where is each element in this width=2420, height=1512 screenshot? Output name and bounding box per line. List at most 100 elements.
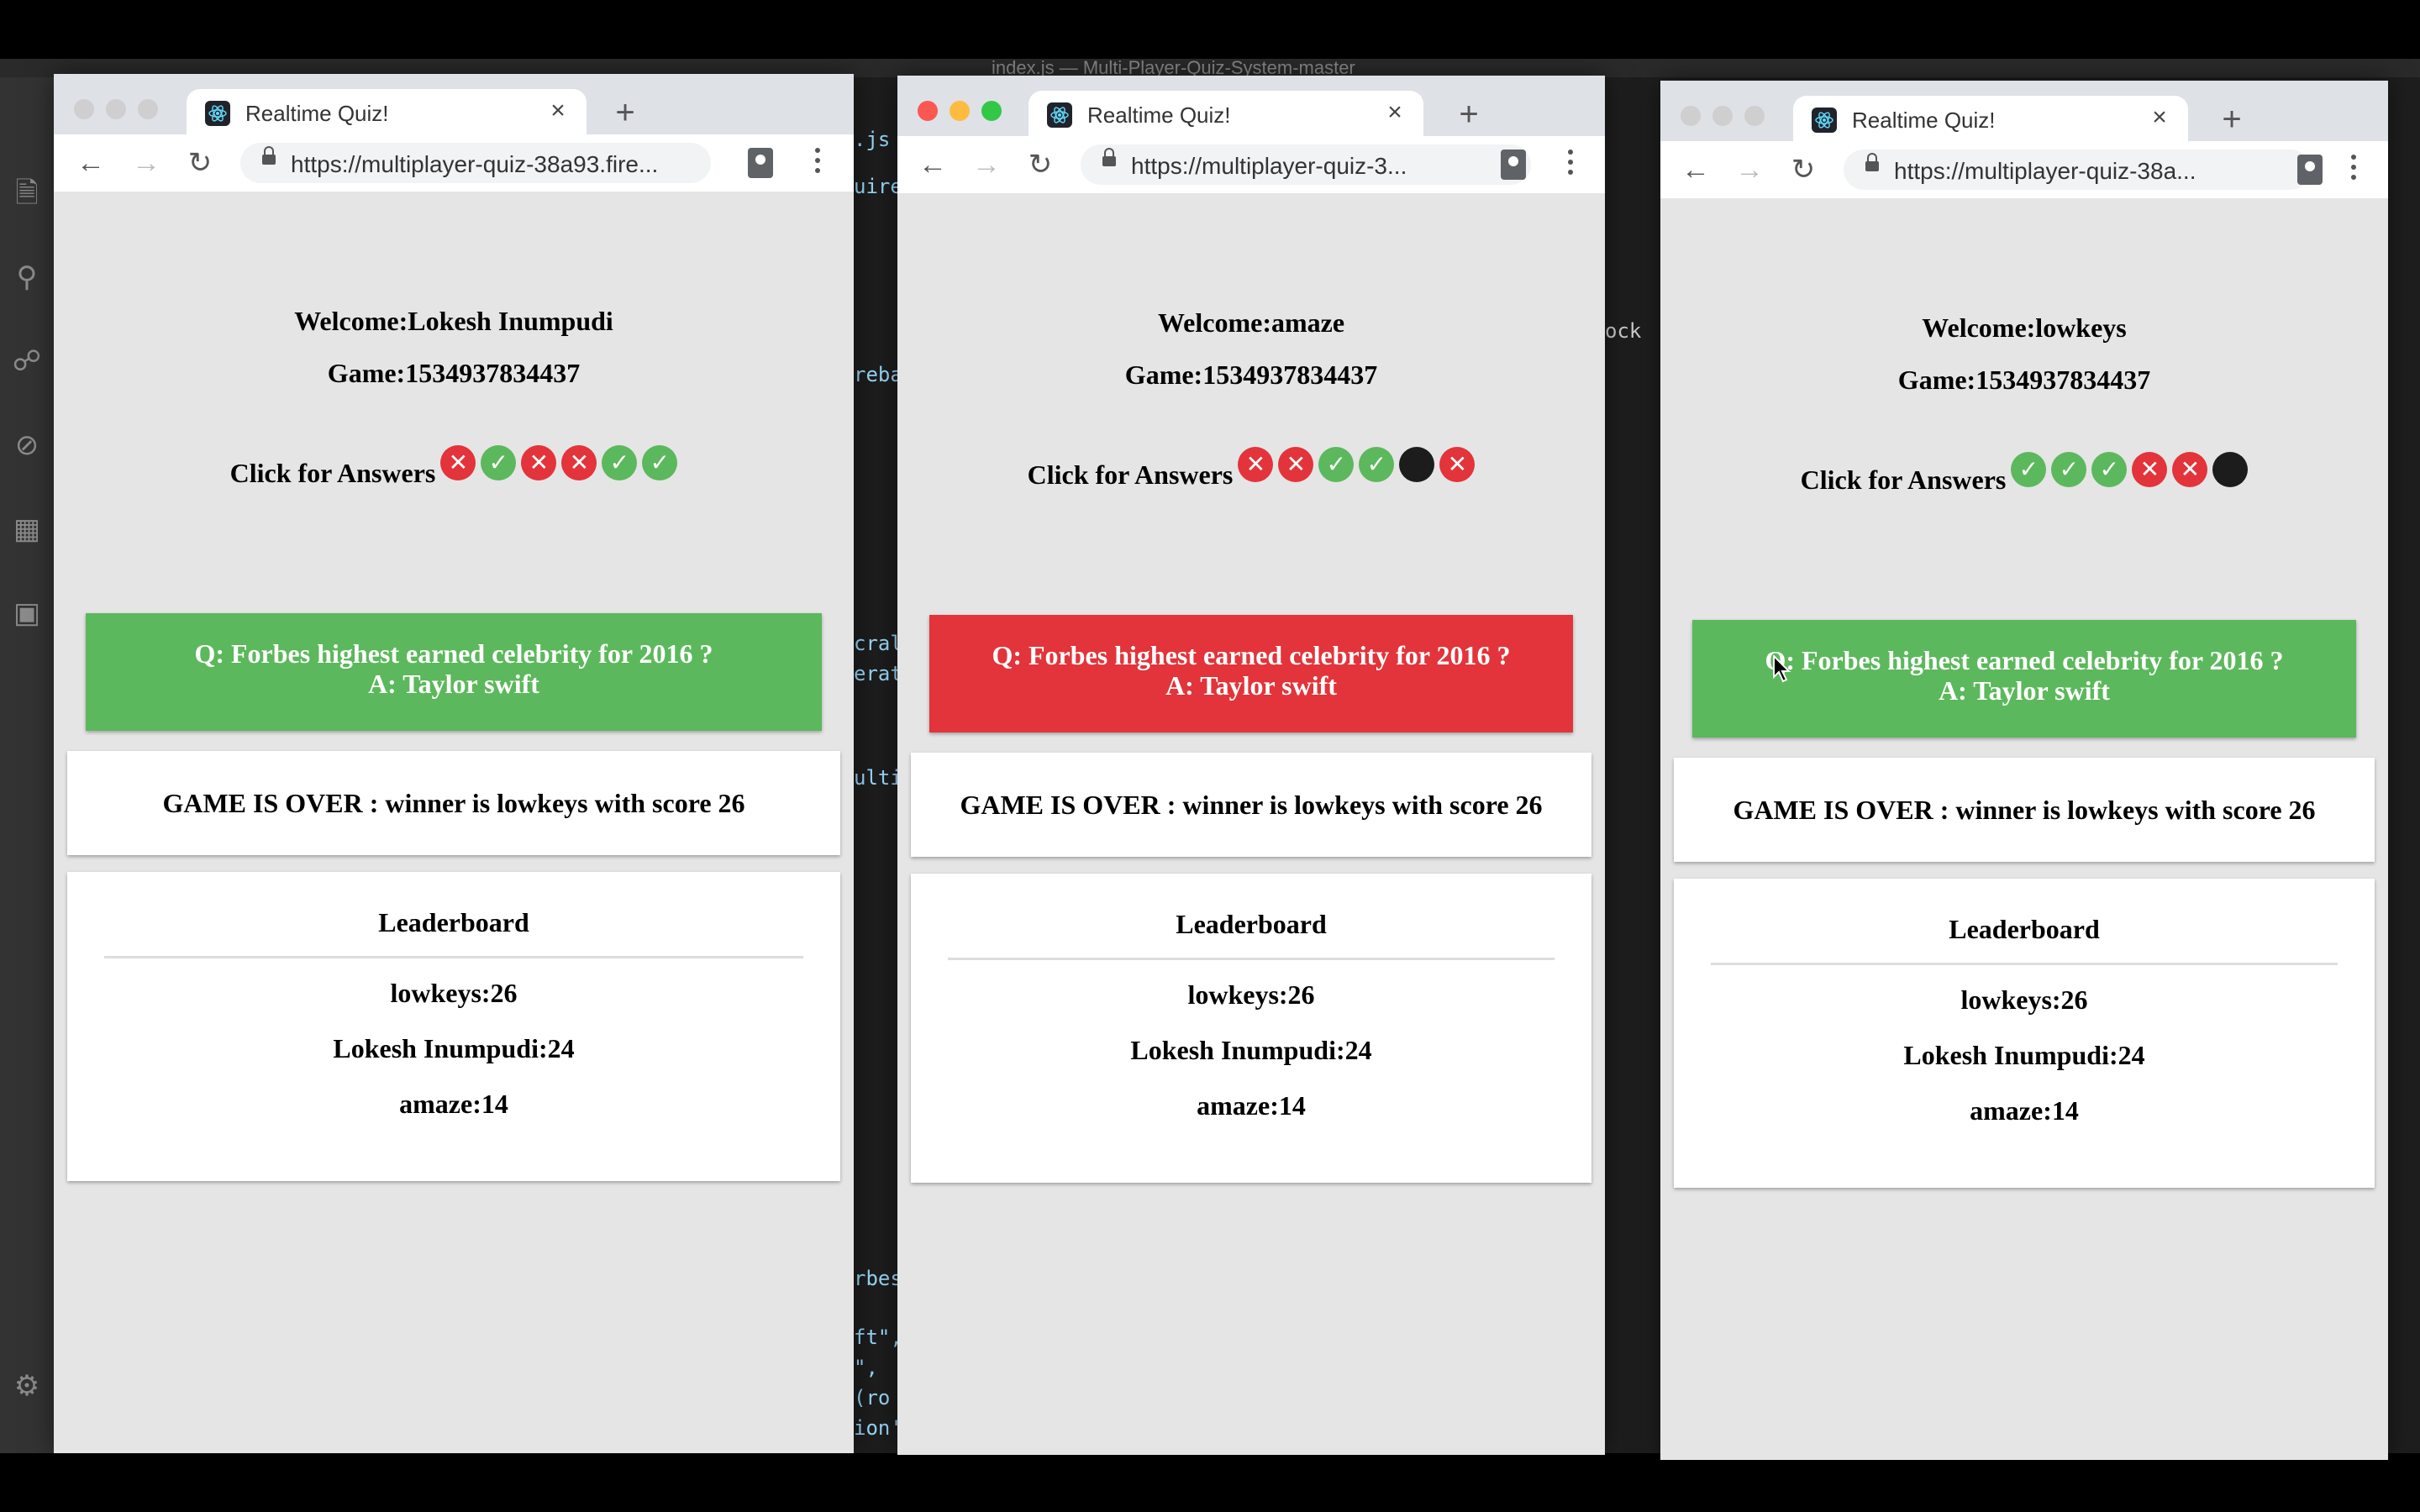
leaderboard-card: Leaderboard lowkeys:26 Lokesh Inumpudi:2… [67, 872, 840, 1181]
zoom-window-button[interactable] [981, 101, 1002, 121]
game-id-text: Game:1534937834437 [1124, 360, 1378, 390]
browser-window-3: Realtime Quiz! × + ← → ↻ https://multipl… [1660, 81, 2388, 1460]
answer-wrong-icon[interactable]: ✕ [2172, 452, 2208, 487]
extension-badge-icon[interactable] [1501, 150, 1526, 180]
search-icon[interactable]: ⚲ [12, 262, 42, 292]
settings-gear-icon[interactable]: ⚙ [12, 1371, 42, 1401]
extension-badge-icon[interactable] [748, 148, 773, 178]
url-text: https://multiplayer-quiz-38a... [1894, 158, 2196, 184]
leaderboard-entry: amaze:14 [399, 1089, 508, 1119]
game-over-card: GAME IS OVER : winner is lowkeys with sc… [911, 753, 1591, 857]
close-window-button[interactable] [1681, 106, 1701, 126]
game-over-text: GAME IS OVER : winner is lowkeys with sc… [1733, 795, 2316, 825]
window-controls [1681, 106, 1776, 130]
question-card[interactable]: Q: Forbes highest earned celebrity for 2… [1692, 620, 2356, 738]
mouse-cursor-icon [1773, 655, 1791, 683]
leaderboard-card: Leaderboard lowkeys:26 Lokesh Inumpudi:2… [911, 874, 1591, 1183]
desktop-bottom-area [0, 1453, 2420, 1512]
answer-wrong-icon[interactable]: ✕ [1439, 447, 1476, 482]
code-fragment: cral [854, 632, 902, 655]
tab-realtime-quiz[interactable]: Realtime Quiz! × [1793, 96, 2188, 141]
code-fragment: ft", [854, 1326, 902, 1349]
answer-correct-icon[interactable]: ✓ [2051, 452, 2087, 487]
forward-arrow-icon[interactable]: → [970, 148, 1003, 181]
minimize-window-button[interactable] [1712, 106, 1733, 126]
reload-icon[interactable]: ↻ [1786, 153, 1820, 186]
answer-wrong-icon[interactable]: ✕ [561, 445, 597, 480]
new-tab-button[interactable]: + [2215, 102, 2249, 136]
answer-correct-icon[interactable]: ✓ [481, 445, 517, 480]
answer-correct-icon[interactable]: ✓ [1318, 447, 1355, 482]
answer-pending-icon[interactable] [1399, 447, 1435, 482]
question-card[interactable]: Q: Forbes highest earned celebrity for 2… [86, 613, 822, 731]
welcome-text: Welcome:amaze [1157, 307, 1345, 338]
answer-wrong-icon[interactable]: ✕ [2132, 452, 2168, 487]
window-controls [74, 99, 170, 123]
minimize-window-button[interactable] [106, 99, 126, 119]
back-arrow-icon[interactable]: ← [916, 148, 950, 181]
tab-strip: Realtime Quiz! × + [897, 76, 1605, 136]
forward-arrow-icon[interactable]: → [129, 146, 163, 180]
page-content: Welcome:lowkeys Game:1534937834437 Click… [1660, 198, 2388, 1460]
extension-badge-icon[interactable] [2297, 155, 2323, 185]
lock-icon [1865, 153, 1879, 171]
tab-close-icon[interactable]: × [2146, 104, 2173, 131]
leaderboard-entry: Lokesh Inumpudi:24 [1130, 1035, 1372, 1065]
answer-pending-icon[interactable] [2212, 452, 2249, 487]
new-tab-button[interactable]: + [1452, 97, 1486, 131]
question-card[interactable]: Q: Forbes highest earned celebrity for 2… [929, 615, 1573, 732]
minimize-window-button[interactable] [950, 101, 970, 121]
answer-text: A: Taylor swift [368, 669, 539, 699]
more-menu-icon[interactable] [1566, 150, 1575, 180]
reload-icon[interactable]: ↻ [183, 146, 217, 180]
answer-wrong-icon[interactable]: ✕ [1278, 447, 1314, 482]
more-menu-icon[interactable] [2349, 155, 2358, 185]
reload-icon[interactable]: ↻ [1023, 148, 1057, 181]
address-bar[interactable]: https://multiplayer-quiz-38a... [1844, 150, 2311, 190]
answer-correct-icon[interactable]: ✓ [642, 445, 678, 480]
close-window-button[interactable] [74, 99, 94, 119]
code-fragment: erat [854, 662, 902, 685]
answers-label: Click for Answers [229, 458, 436, 488]
more-menu-icon[interactable] [813, 148, 822, 178]
tab-realtime-quiz[interactable]: Realtime Quiz! × [187, 89, 587, 134]
address-bar[interactable]: https://multiplayer-quiz-3... [1081, 144, 1531, 185]
explorer-icon[interactable]: 🗎 [12, 178, 42, 208]
answer-correct-icon[interactable]: ✓ [2011, 452, 2047, 487]
answer-wrong-icon[interactable]: ✕ [521, 445, 557, 480]
answer-wrong-icon[interactable]: ✕ [1238, 447, 1274, 482]
zoom-window-button[interactable] [1744, 106, 1765, 126]
tab-close-icon[interactable]: × [1381, 99, 1408, 126]
extensions-icon[interactable]: ▦ [12, 514, 42, 544]
leaderboard-card: Leaderboard lowkeys:26 Lokesh Inumpudi:2… [1674, 879, 2375, 1188]
leaderboard-entry: amaze:14 [1197, 1090, 1306, 1121]
source-control-icon[interactable]: ☍ [12, 346, 42, 376]
leaderboard-entry: amaze:14 [1970, 1095, 2079, 1126]
tab-close-icon[interactable]: × [544, 97, 571, 124]
debug-icon[interactable]: ⊘ [12, 430, 42, 460]
editor-title: index.js — Multi-Player-Quiz-System-mast… [992, 57, 1355, 78]
tab-title: Realtime Quiz! [1852, 108, 1996, 133]
back-arrow-icon[interactable]: ← [1679, 153, 1712, 186]
zoom-window-button[interactable] [138, 99, 158, 119]
game-id-text: Game:1534937834437 [1897, 365, 2151, 395]
answers-label: Click for Answers [1800, 465, 2007, 495]
code-fragment: ", [854, 1356, 878, 1379]
tab-strip: Realtime Quiz! × + [1660, 81, 2388, 141]
leaderboard-title: Leaderboard [1949, 914, 2100, 944]
tab-realtime-quiz[interactable]: Realtime Quiz! × [1028, 91, 1423, 136]
docker-icon[interactable]: ▣ [12, 598, 42, 628]
answer-correct-icon[interactable]: ✓ [602, 445, 638, 480]
new-tab-button[interactable]: + [608, 96, 642, 129]
answer-correct-icon[interactable]: ✓ [2091, 452, 2128, 487]
address-bar[interactable]: https://multiplayer-quiz-38a93.fire... [240, 143, 711, 183]
forward-arrow-icon[interactable]: → [1733, 153, 1766, 186]
code-fragment: ock [1605, 319, 1642, 343]
question-text: Q: Forbes highest earned celebrity for 2… [1765, 645, 2284, 675]
game-over-text: GAME IS OVER : winner is lowkeys with sc… [960, 790, 1543, 820]
answer-correct-icon[interactable]: ✓ [1359, 447, 1395, 482]
back-arrow-icon[interactable]: ← [74, 146, 108, 180]
close-window-button[interactable] [918, 101, 938, 121]
answer-wrong-icon[interactable]: ✕ [440, 445, 476, 480]
leaderboard-divider [948, 958, 1555, 960]
